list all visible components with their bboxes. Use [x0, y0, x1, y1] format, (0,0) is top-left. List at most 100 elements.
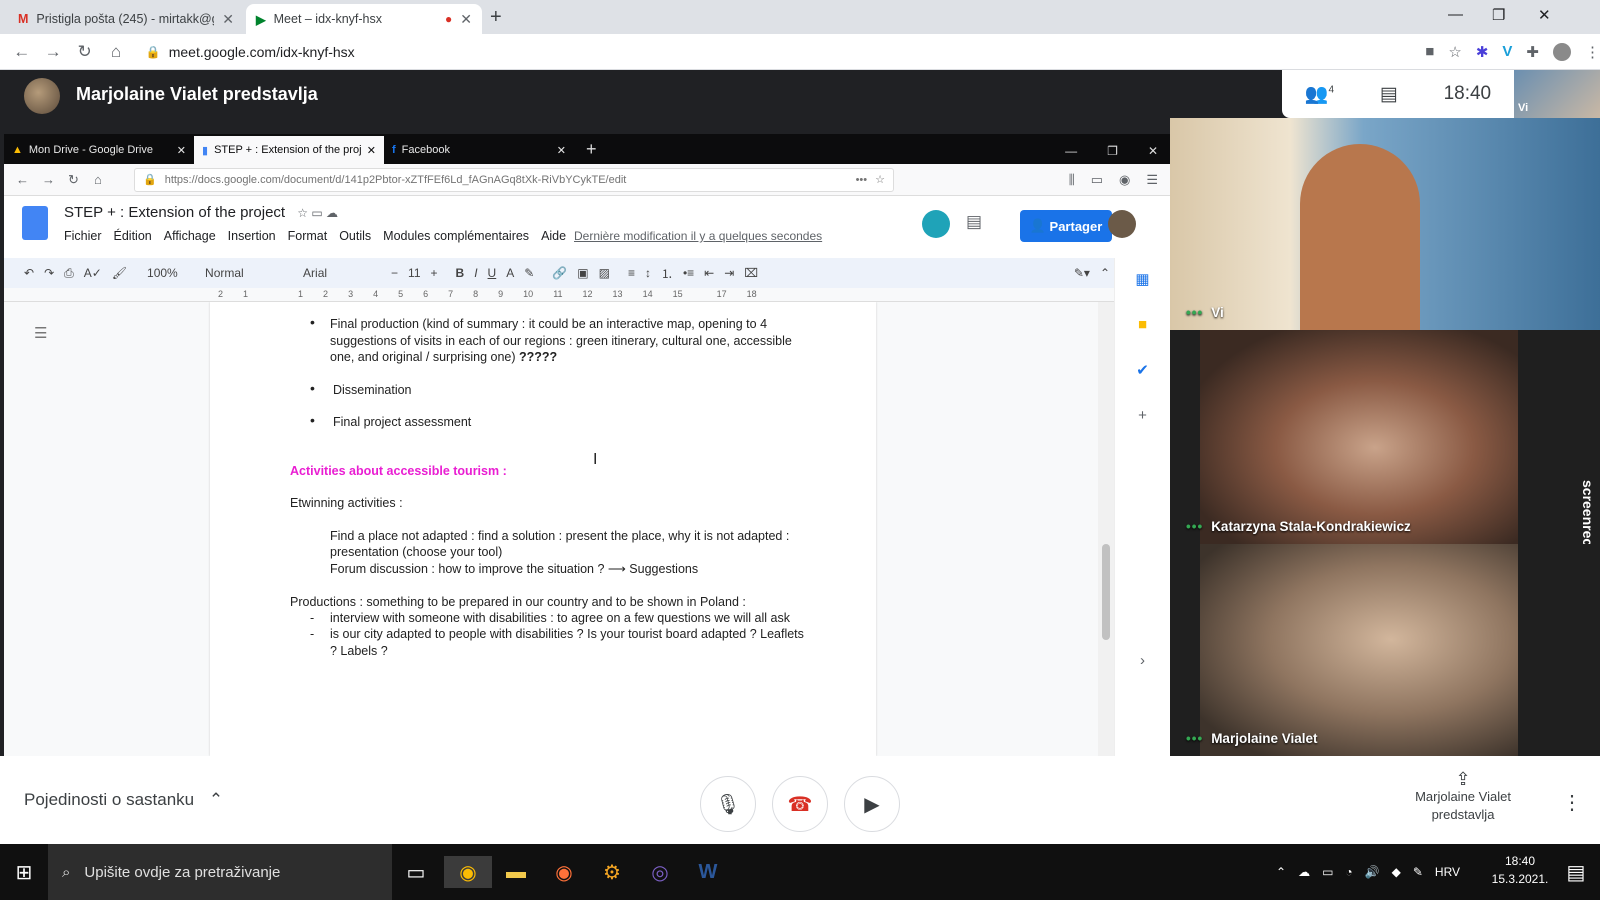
participant-tile-self[interactable]: ••• Vi	[1170, 118, 1600, 330]
meeting-details-button[interactable]: Pojedinosti o sastanku ⌃	[24, 790, 223, 810]
menu-aide: Aide	[541, 229, 567, 243]
task-view-icon[interactable]: ▭	[400, 856, 432, 888]
puzzle-icon[interactable]: ✚	[1526, 43, 1539, 61]
bullet: •	[310, 412, 315, 428]
leave-call-button[interactable]: ☎	[772, 776, 828, 832]
line-spacing-icon: ↕	[644, 266, 651, 280]
windows-taskbar: ⊞ ⌕ Upišite ovdje za pretraživanje ▭ ◉ ▬…	[0, 844, 1600, 900]
close-tab-icon[interactable]: ✕	[222, 11, 234, 28]
doc-line: Etwinning activities :	[290, 496, 403, 510]
presenting-status[interactable]: ⇪ Marjolaine Vialet predstavlja	[1398, 770, 1528, 824]
doc-line: one, and original / surprising one) ????…	[330, 350, 558, 364]
tab-title: Mon Drive - Google Drive	[28, 144, 153, 156]
close-tab-icon[interactable]: ✕	[460, 11, 472, 28]
ruler-mark: 7	[448, 289, 454, 299]
participant-video	[1300, 144, 1420, 330]
notifications-icon[interactable]: ▤	[1560, 856, 1592, 888]
file-explorer-icon[interactable]: ▬	[500, 856, 532, 888]
text-color-icon: A	[506, 266, 515, 280]
ruler-mark: 11	[553, 289, 563, 299]
ruler-mark: 4	[373, 289, 379, 299]
more-options-icon[interactable]: •••	[1186, 731, 1203, 746]
participant-tile-katarzyna[interactable]: ••• Katarzyna Stala-Kondrakiewicz screenr…	[1170, 330, 1600, 544]
home-icon[interactable]: ⌂	[100, 42, 131, 62]
reload-icon[interactable]: ↻	[69, 42, 100, 62]
docs-side-panel: ▦ ■ ✔ + ›	[1114, 258, 1170, 756]
extension-gear-icon[interactable]: ✱	[1476, 43, 1489, 61]
text-cursor-icon: I	[593, 451, 598, 468]
indent-decrease-icon: ⇤	[704, 266, 715, 280]
forward-icon[interactable]: →	[37, 42, 68, 62]
chevron-up-icon: ⌃	[208, 790, 224, 809]
ruler-mark: 12	[582, 289, 593, 299]
microphone-button[interactable]: 🎙	[700, 776, 756, 832]
self-view-thumbnail[interactable]: Vi	[1514, 70, 1600, 118]
extension-v-icon[interactable]: V	[1502, 43, 1512, 61]
facebook-icon: f	[392, 144, 396, 156]
share-button: 👤 Partager	[1020, 210, 1112, 242]
doc-line: Find a place not adapted : find a soluti…	[330, 529, 790, 543]
meet-controls: Pojedinosti o sastanku ⌃ 🎙 ☎ ▶ ⇪ Marjola…	[0, 756, 1600, 844]
maximize-button[interactable]: ❐	[1492, 6, 1505, 24]
tab-title: STEP + : Extension of the proje	[214, 144, 361, 156]
ruler-mark: 6	[423, 289, 429, 299]
shared-tab-docs: ▮ STEP + : Extension of the proje ✕	[194, 136, 384, 164]
more-options-icon[interactable]: ⋮	[1562, 790, 1582, 815]
more-options-icon[interactable]: •••	[1186, 305, 1203, 320]
menu-icon[interactable]: ⋮	[1585, 43, 1600, 61]
address-bar[interactable]: 🔒 meet.google.com/idx-knyf-hsx	[138, 38, 1406, 66]
browser-tab-gmail[interactable]: M Pristigla pošta (245) - mirtakk@g ✕	[8, 4, 244, 34]
chrome-icon[interactable]: ◉	[444, 856, 492, 888]
profile-avatar[interactable]	[1552, 42, 1571, 61]
home-icon: ⌂	[94, 172, 102, 187]
minimize-icon: —	[1065, 144, 1078, 158]
minimize-button[interactable]: —	[1448, 6, 1463, 23]
firefox-icon[interactable]: ◉	[548, 856, 580, 888]
print-icon: ⎙	[64, 265, 74, 280]
participant-tile-marjolaine[interactable]: ••• Marjolaine Vialet	[1170, 544, 1600, 756]
chat-icon[interactable]: ▤	[1380, 83, 1398, 106]
star-icon[interactable]: ☆	[1448, 43, 1461, 61]
underline-icon: U	[487, 266, 497, 280]
viber-icon[interactable]: ◎	[644, 856, 676, 888]
camera-icon[interactable]: ■	[1425, 43, 1434, 61]
star-icon: ☆	[875, 174, 885, 186]
word-icon[interactable]: W	[692, 856, 724, 888]
participants-count: 4	[1328, 84, 1335, 96]
docs-icon: ▮	[202, 144, 209, 157]
keep-icon: ■	[1137, 316, 1148, 333]
ruler-mark: 17	[716, 289, 727, 299]
taskbar-search[interactable]: ⌕ Upišite ovdje za pretraživanje	[48, 844, 392, 900]
camera-button[interactable]: ▶	[844, 776, 900, 832]
camera-icon: ▶	[864, 793, 880, 816]
new-tab-button[interactable]: +	[490, 6, 502, 29]
more-options-icon[interactable]: •••	[1186, 519, 1203, 534]
language-indicator[interactable]: HRV	[1435, 865, 1460, 879]
zoom-select: 100%	[147, 266, 178, 280]
tray-chevron-icon[interactable]: ⌃	[1276, 865, 1286, 879]
participant-name: ••• Katarzyna Stala-Kondrakiewicz	[1186, 519, 1411, 534]
browser-tab-meet[interactable]: ▶ Meet – idx-knyf-hsx ● ✕	[246, 4, 482, 34]
taskbar-clock[interactable]: 18:40 15.3.2021.	[1490, 852, 1550, 888]
pen-icon[interactable]: ✎	[1413, 865, 1423, 879]
close-window-button[interactable]: ✕	[1538, 6, 1551, 24]
battery-icon[interactable]: ▭	[1322, 865, 1333, 879]
bullet: •	[310, 314, 315, 330]
shared-tab-drive: ▲ Mon Drive - Google Drive ✕	[4, 136, 194, 164]
numbered-list-icon: ⒈	[660, 266, 673, 281]
back-icon[interactable]: ←	[6, 42, 37, 62]
dropbox-icon[interactable]: ◆	[1392, 865, 1401, 879]
doc-page: • Final production (kind of summary : it…	[210, 302, 876, 756]
windows-start-icon[interactable]: ⊞	[8, 856, 40, 888]
collaborator-avatar	[922, 210, 950, 238]
dash: -	[310, 627, 315, 641]
cloud-icon[interactable]: ☁	[1298, 865, 1310, 879]
outline-icon: ☰	[34, 325, 48, 342]
ruler-mark: 8	[473, 289, 479, 299]
app-icon[interactable]: ⚙	[596, 856, 628, 888]
wifi-icon[interactable]: ◔	[1345, 865, 1352, 879]
doc-line: interview with someone with disabilities…	[330, 611, 790, 625]
volume-icon[interactable]: 🔊	[1365, 865, 1380, 879]
participants-button[interactable]: 👥4	[1305, 82, 1334, 106]
doc-line: suggestions of visits in each of our reg…	[330, 334, 792, 348]
